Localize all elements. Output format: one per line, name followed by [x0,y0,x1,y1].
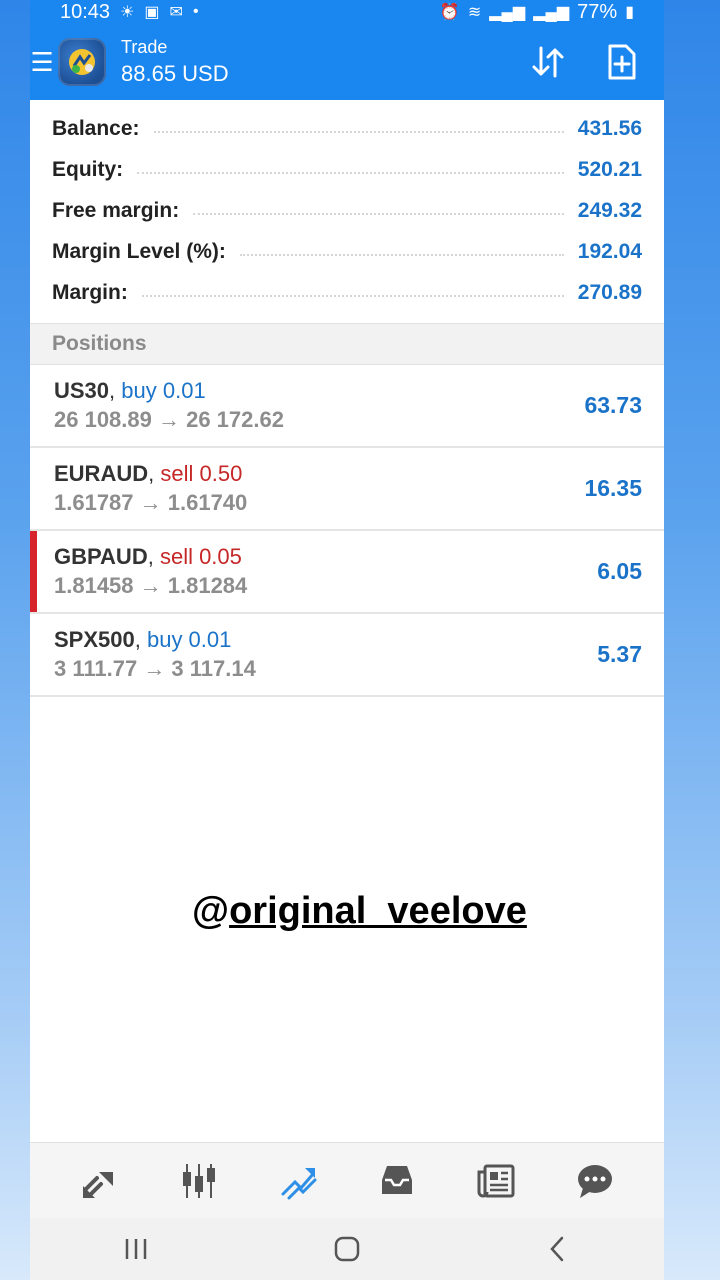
page-title: Trade [121,37,168,57]
bottom-nav [30,1142,664,1218]
position-symbol: SPX500 [54,626,135,652]
app-logo [58,38,106,86]
quotes-icon [82,1171,113,1198]
summary-row-equity: Equity: 520.21 [52,149,642,190]
balance-label: Balance: [52,116,140,140]
position-symbol: GBPAUD [54,543,148,569]
summary-row-margin: Margin: 270.89 [52,272,642,313]
sort-icon [532,46,564,78]
position-profit: 16.35 [584,475,642,501]
account-summary: Balance: 431.56 Equity: 520.21 Free marg… [30,100,664,323]
position-prices: 1.61787 → 1.61740 [54,489,248,515]
history-icon [381,1165,412,1194]
position-prices: 3 111.77 → 3 117.14 [54,655,256,681]
new-order-icon [608,44,636,80]
free-margin-value: 249.32 [577,198,642,222]
new-order-button[interactable] [602,42,642,82]
position-profit: 5.37 [597,641,642,667]
balance-value: 431.56 [577,116,642,140]
nav-trade[interactable] [268,1151,328,1211]
news-icon [477,1164,514,1197]
position-side: sell 0.50 [160,460,243,486]
dotted-leader [153,130,564,133]
nav-chat[interactable] [565,1151,625,1211]
alarm-icon: ⏰ [439,4,460,21]
signal-icon: ▂▄▆ [489,4,526,21]
position-side: sell 0.05 [159,543,242,569]
position-profit: 63.73 [584,392,642,418]
summary-row-balance: Balance: 431.56 [52,108,642,149]
back-button[interactable] [528,1224,588,1274]
app-window: ☰ Trade 88.65 USD Balance: 431.56 Equity… [30,24,664,1218]
chart-icon [182,1163,215,1198]
watermark-text: @original_veelove [192,890,527,933]
battery-icon: ▮ [625,4,634,21]
status-bar: 10:43 ☀ ▣ ✉ • ⏰ ≋ ▂▄▆ ▂▄▆ 77% ▮ [30,0,664,24]
watermark-at: @ [192,890,230,932]
home-button[interactable] [317,1224,377,1274]
position-symbol: US30 [54,377,110,403]
wifi-icon: ≋ [467,4,482,21]
separator: , [109,377,122,403]
menu-icon[interactable]: ☰ [30,47,54,78]
dotted-leader [141,294,564,297]
dotted-leader [193,212,564,215]
position-row-gbpaud[interactable]: GBPAUD, sell 0.05 1.81458 → 1.81284 6.05 [30,531,664,614]
nav-chart[interactable] [169,1151,229,1211]
margin-value: 270.89 [577,280,642,304]
trade-icon [281,1167,316,1199]
position-symbol: EURAUD [54,460,149,486]
title-block: Trade 88.65 USD [121,37,229,87]
sort-button[interactable] [528,42,568,82]
margin-level-label: Margin Level (%): [52,239,226,263]
position-prices: 1.81458 → 1.81284 [54,572,248,598]
watermark-handle: original_veelove [229,890,527,932]
home-icon [334,1236,360,1262]
dotted-leader [137,171,564,174]
nav-news[interactable] [466,1151,526,1211]
page-subtitle: 88.65 USD [121,60,229,86]
position-side: buy 0.01 [121,377,206,403]
separator: , [134,626,147,652]
back-icon [550,1236,564,1262]
position-row-euraud[interactable]: EURAUD, sell 0.50 1.61787 → 1.61740 16.3… [30,448,664,531]
separator: , [148,460,161,486]
summary-row-margin-level: Margin Level (%): 192.04 [52,231,642,272]
mail-icon: ✉ [169,4,183,21]
position-row-spx500[interactable]: SPX500, buy 0.01 3 111.77 → 3 117.14 5.3… [30,614,664,697]
position-profit: 6.05 [597,558,642,584]
position-row-us30[interactable]: US30, buy 0.01 26 108.89 → 26 172.62 63.… [30,365,664,448]
image-icon: ▣ [144,4,160,21]
margin-label: Margin: [52,280,128,304]
nav-quotes[interactable] [70,1151,130,1211]
equity-value: 520.21 [577,157,642,181]
free-margin-label: Free margin: [52,198,180,222]
positions-header: Positions [30,323,664,365]
weather-icon: ☀ [120,4,135,21]
dotted-leader [239,253,564,256]
margin-level-value: 192.04 [577,239,642,263]
nav-history[interactable] [367,1151,427,1211]
signal-icon-2: ▂▄▆ [533,4,570,21]
recent-apps-icon [125,1239,146,1259]
system-nav-bar [30,1218,664,1280]
app-header: ☰ Trade 88.65 USD [30,24,664,100]
position-prices: 26 108.89 → 26 172.62 [54,406,284,432]
summary-row-free-margin: Free margin: 249.32 [52,190,642,231]
chat-icon [577,1164,612,1198]
status-time: 10:43 [60,0,111,23]
separator: , [147,543,160,569]
equity-label: Equity: [52,157,124,181]
recent-apps-button[interactable] [106,1224,166,1274]
dot-icon: • [192,3,199,20]
battery-percent: 77% [577,0,618,23]
position-side: buy 0.01 [146,626,232,652]
